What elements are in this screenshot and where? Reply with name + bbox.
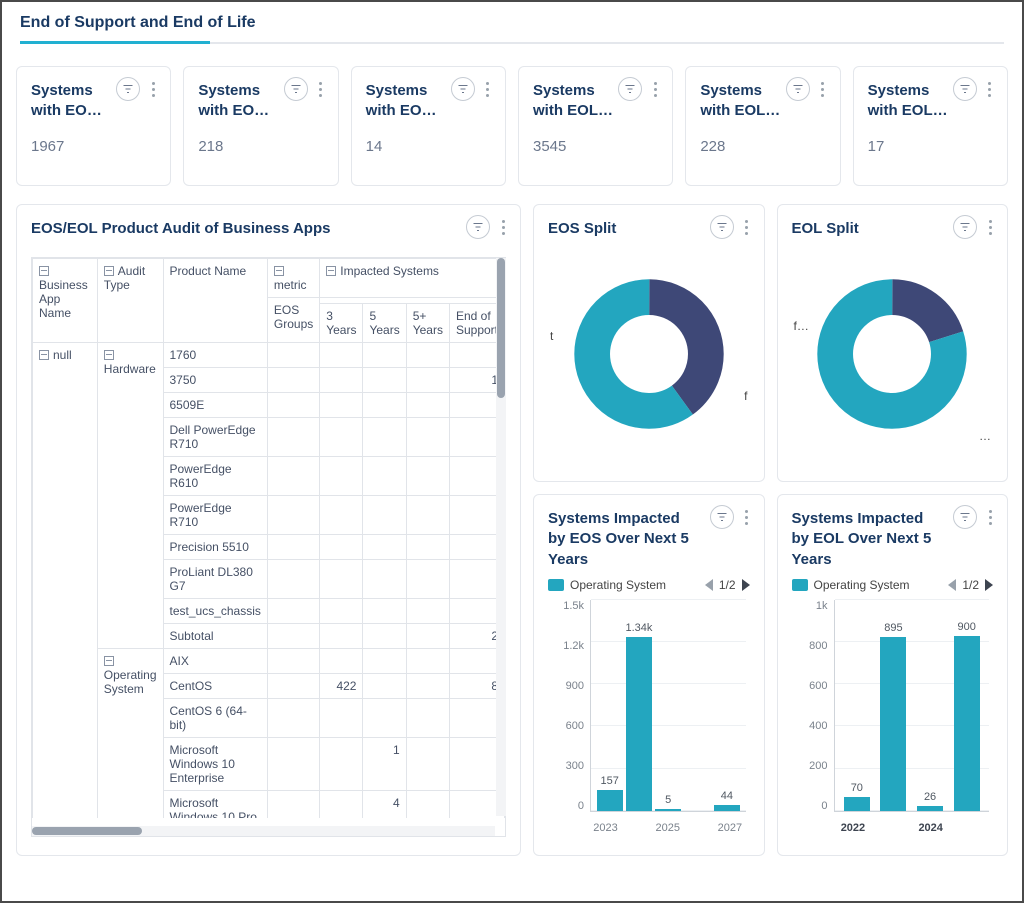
header-tab-strip (20, 42, 1004, 44)
collapse-icon[interactable] (274, 266, 284, 276)
main-grid: EOS/EOL Product Audit of Business Apps B… (2, 196, 1022, 856)
header: End of Support and End of Life (2, 2, 1022, 44)
filter-icon[interactable] (618, 77, 642, 101)
collapse-icon[interactable] (104, 350, 114, 360)
kpi-value: 14 (366, 138, 491, 155)
kpi-card-1[interactable]: Systems with EO… 218 (183, 66, 338, 186)
pager-prev-icon[interactable] (705, 579, 713, 591)
donut-label-right: f (744, 389, 747, 403)
more-icon[interactable] (146, 82, 160, 97)
vertical-scrollbar[interactable] (496, 258, 506, 816)
audit-panel: EOS/EOL Product Audit of Business Apps B… (16, 204, 521, 856)
pager-text: 1/2 (719, 578, 736, 592)
filter-icon[interactable] (710, 215, 734, 239)
kpi-card-5[interactable]: Systems with EOL… 17 (853, 66, 1008, 186)
more-icon[interactable] (648, 82, 662, 97)
audit-table-wrap: Business App Name Audit Type Product Nam… (31, 257, 506, 837)
more-icon[interactable] (740, 220, 754, 235)
filter-icon[interactable] (466, 215, 490, 239)
pager: 1/2 (948, 578, 993, 592)
eol-split-panel: EOL Split f… … (777, 204, 1009, 482)
kpi-card-0[interactable]: Systems with EO… 1967 (16, 66, 171, 186)
legend-swatch (548, 579, 564, 591)
pager-next-icon[interactable] (985, 579, 993, 591)
col-impacted: Impacted Systems (340, 264, 439, 278)
kpi-card-2[interactable]: Systems with EO… 14 (351, 66, 506, 186)
more-icon[interactable] (816, 82, 830, 97)
legend-label: Operating System (570, 578, 666, 592)
col-product-name: Product Name (170, 264, 247, 278)
col-y5: 5 Years (369, 309, 399, 337)
legend-label: Operating System (814, 578, 910, 592)
col-business-app: Business App Name (39, 278, 88, 320)
eos-bars-panel: Systems Impacted by EOS Over Next 5 Year… (533, 494, 765, 856)
col-metric: metric (274, 278, 307, 292)
eos-split-panel: EOS Split t f (533, 204, 765, 482)
filter-icon[interactable] (953, 215, 977, 239)
more-icon[interactable] (481, 82, 495, 97)
donut-label-left: f… (794, 319, 809, 333)
eos-donut-chart[interactable]: t f (548, 259, 750, 449)
table-row[interactable]: nullHardware1760 (33, 343, 505, 368)
more-icon[interactable] (314, 82, 328, 97)
collapse-icon[interactable] (104, 656, 114, 666)
more-icon[interactable] (496, 220, 510, 235)
collapse-icon[interactable] (326, 266, 336, 276)
kpi-row: Systems with EO… 1967 Systems with EO… 2… (2, 44, 1022, 196)
right-column: EOS Split t f EOL Split f… … (533, 204, 1008, 856)
kpi-value: 218 (198, 138, 323, 155)
dashboard-frame: End of Support and End of Life Systems w… (0, 0, 1024, 903)
pager: 1/2 (705, 578, 750, 592)
audit-table[interactable]: Business App Name Audit Type Product Nam… (32, 258, 505, 818)
more-icon[interactable] (740, 510, 754, 525)
col-end-support: End of Support (456, 309, 498, 337)
kpi-card-4[interactable]: Systems with EOL… 228 (685, 66, 840, 186)
more-icon[interactable] (983, 220, 997, 235)
more-icon[interactable] (983, 510, 997, 525)
collapse-icon[interactable] (104, 266, 114, 276)
col-eos-groups: EOS Groups (274, 303, 313, 331)
eol-bars-panel: Systems Impacted by EOL Over Next 5 Year… (777, 494, 1009, 856)
donut-svg (817, 279, 967, 429)
filter-icon[interactable] (451, 77, 475, 101)
eos-bar-chart[interactable]: 1.5k1.2k90060030001571.34k54420232025202… (548, 600, 750, 840)
donut-label-left: t (550, 329, 553, 343)
active-tab-indicator (20, 41, 210, 44)
donut-svg (574, 279, 724, 429)
collapse-icon[interactable] (39, 350, 49, 360)
kpi-card-3[interactable]: Systems with EOL… 3545 (518, 66, 673, 186)
kpi-value: 17 (868, 138, 993, 155)
page-title: End of Support and End of Life (20, 14, 1004, 32)
more-icon[interactable] (983, 82, 997, 97)
pager-prev-icon[interactable] (948, 579, 956, 591)
col-y3: 3 Years (326, 309, 356, 337)
filter-icon[interactable] (953, 505, 977, 529)
eol-bar-chart[interactable]: 1k8006004002000708952690020222024 (792, 600, 994, 840)
pager-next-icon[interactable] (742, 579, 750, 591)
audit-table-header: Business App Name Audit Type Product Nam… (33, 259, 505, 343)
legend-row: Operating System 1/2 (548, 578, 750, 592)
table-row[interactable]: Operating SystemAIX (33, 649, 505, 674)
col-y5p: 5+ Years (413, 309, 443, 337)
kpi-value: 1967 (31, 138, 156, 155)
filter-icon[interactable] (710, 505, 734, 529)
filter-icon[interactable] (284, 77, 308, 101)
legend-row: Operating System 1/2 (792, 578, 994, 592)
audit-table-body: nullHardware1760375016509EDell PowerEdge… (33, 343, 505, 819)
filter-icon[interactable] (116, 77, 140, 101)
legend-swatch (792, 579, 808, 591)
filter-icon[interactable] (786, 77, 810, 101)
horizontal-scrollbar[interactable] (32, 826, 495, 836)
eol-donut-chart[interactable]: f… … (792, 259, 994, 449)
kpi-value: 3545 (533, 138, 658, 155)
filter-icon[interactable] (953, 77, 977, 101)
collapse-icon[interactable] (39, 266, 49, 276)
pager-text: 1/2 (962, 578, 979, 592)
panel-title: EOS/EOL Product Audit of Business Apps (31, 219, 506, 239)
kpi-value: 228 (700, 138, 825, 155)
donut-label-right: … (979, 429, 991, 443)
